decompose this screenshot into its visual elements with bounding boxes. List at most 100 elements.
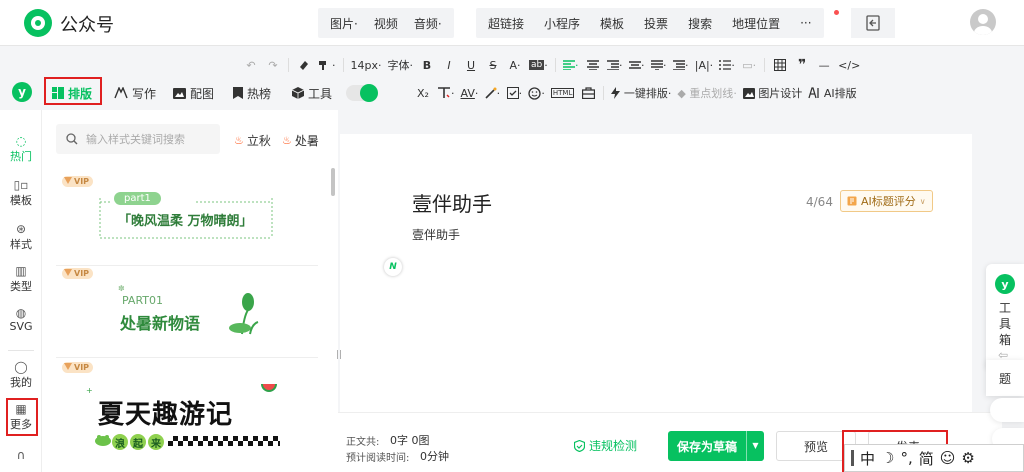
toolbox-label: 工具箱 — [998, 301, 1011, 347]
style-search[interactable] — [56, 124, 220, 154]
save-draft-button[interactable]: 保存为草稿 ▼ — [668, 431, 764, 461]
card-subtitle-char: 浪 — [112, 434, 128, 450]
strikethrough-button[interactable]: S — [482, 54, 504, 76]
background-color-button[interactable]: ab · — [526, 54, 551, 76]
nav-item-template[interactable]: ▯▫ 模板 — [0, 178, 42, 208]
nav-item-type[interactable]: ▥ 类型 — [0, 264, 42, 294]
hot-tag-chushu[interactable]: ♨ 处暑 — [282, 132, 319, 149]
plugin-toggle[interactable] — [346, 84, 378, 102]
divider-line-button[interactable]: — — [813, 54, 835, 76]
emoji-icon[interactable]: ☺ — [940, 449, 956, 467]
one-key-layout-button[interactable]: 一键排版 · — [608, 82, 674, 104]
char-spacing-button[interactable]: AV · — [458, 82, 482, 104]
style-card[interactable]: VIP + 夏天趣游记 浪 起 来 — [56, 360, 318, 472]
tab-writing[interactable]: 写作 — [114, 81, 156, 105]
magic-wand-button[interactable]: · — [481, 82, 503, 104]
tab-image[interactable]: 配图 — [173, 81, 214, 105]
redo-button[interactable]: ↷ — [262, 54, 284, 76]
quote-button[interactable]: ❞ — [791, 54, 813, 76]
insert-link-button[interactable]: 超链接 — [478, 15, 534, 32]
hot-tag-liqiu[interactable]: ♨ 立秋 — [234, 132, 271, 149]
gear-icon[interactable]: ⚙ — [961, 449, 974, 467]
editor-canvas[interactable]: 壹伴助手 4/64 AI标题评分 ∨ 壹伴助手 N — [340, 134, 972, 412]
simplified-toggle[interactable]: 简 — [919, 448, 934, 469]
nav-item-mine[interactable]: ◯ 我的 — [0, 360, 42, 390]
check-style-button[interactable]: · — [503, 82, 525, 104]
eraser-button[interactable] — [293, 54, 315, 76]
nav-item-style[interactable]: ⊛ 样式 — [0, 222, 42, 252]
code-button[interactable]: </> — [835, 54, 863, 76]
nav-item-support[interactable]: ∩ — [0, 448, 42, 462]
block-style-button[interactable]: ▭· — [738, 54, 760, 76]
media-image-button[interactable]: 图片· — [322, 15, 366, 32]
toolkit-button[interactable] — [577, 82, 599, 104]
emoji-button[interactable]: · — [525, 82, 548, 104]
style-search-input[interactable] — [86, 132, 206, 146]
line-height-button[interactable]: · — [626, 54, 648, 76]
subscript-button[interactable]: X₂ — [412, 82, 434, 104]
article-title[interactable]: 壹伴助手 — [412, 188, 492, 217]
plugin-toolbar: y 排版 写作 配图 热榜 工具 X₂ · AV · · · · HTML 一键… — [0, 77, 1024, 108]
panel-scrollbar[interactable] — [331, 168, 335, 196]
caret-down-icon[interactable]: ▼ — [746, 431, 764, 461]
toolbox-panel[interactable]: y 工具箱 ⇦ — [986, 264, 1024, 370]
media-video-button[interactable]: 视频 — [366, 15, 406, 32]
style-card[interactable]: VIP ✽ PART01 处暑新物语 — [56, 266, 318, 358]
tab-tools[interactable]: 工具 — [292, 81, 332, 105]
media-audio-button[interactable]: 音频· — [406, 15, 450, 32]
letter-spacing-button[interactable]: |A|· — [692, 54, 716, 76]
violation-check-button[interactable]: 违规检测 — [574, 437, 637, 454]
italic-button[interactable]: I — [438, 54, 460, 76]
margin-button[interactable]: · — [670, 54, 692, 76]
ime-mode-toggle[interactable]: 中 — [860, 448, 875, 469]
list-button[interactable]: · — [716, 54, 738, 76]
insert-vote-button[interactable]: 投票 — [634, 15, 678, 32]
article-author[interactable]: 壹伴助手 — [412, 226, 460, 243]
indent-button[interactable]: · — [604, 54, 626, 76]
side-widget[interactable] — [990, 398, 1024, 422]
divider — [603, 86, 605, 100]
insert-template-button[interactable]: 模板 — [590, 15, 634, 32]
frog-icon — [95, 435, 111, 446]
magic-wand-icon — [485, 87, 497, 99]
table-button[interactable] — [769, 54, 791, 76]
document-switch-button[interactable] — [851, 8, 895, 38]
panel-resize-handle[interactable]: || — [336, 350, 342, 360]
align-left-button[interactable]: · — [560, 54, 582, 76]
app-title: 公众号 — [60, 15, 114, 36]
nav-item-svg[interactable]: ◍ SVG — [0, 306, 42, 333]
font-size-select[interactable]: 14px · — [348, 54, 385, 76]
html-button[interactable]: HTML — [548, 82, 577, 104]
align-center-button[interactable] — [582, 54, 604, 76]
topic-button[interactable]: 题 — [986, 360, 1024, 396]
insert-search-button[interactable]: 搜索 — [678, 15, 722, 32]
leaf-sparkle-icon: ✽ — [118, 284, 125, 293]
ai-layout-button[interactable]: AI排版 — [805, 82, 859, 104]
punctuation-toggle[interactable]: °, — [900, 449, 912, 467]
undo-button[interactable]: ↶ — [240, 54, 262, 76]
font-tools-button[interactable]: · — [434, 82, 458, 104]
image-design-button[interactable]: 图片设计 — [740, 82, 806, 104]
flame-icon: ♨ — [282, 134, 292, 147]
style-card[interactable]: VIP part1 「晚风温柔 万物晴朗」 — [56, 174, 318, 266]
insert-miniprogram-button[interactable]: 小程序 — [534, 15, 590, 32]
insert-location-button[interactable]: 地理位置 — [722, 15, 790, 32]
paragraph-spacing-button[interactable]: · — [648, 54, 670, 76]
key-line-button[interactable]: ◆ 重点划线 · — [674, 82, 739, 104]
user-avatar[interactable] — [970, 9, 996, 35]
bold-button[interactable]: B — [416, 54, 438, 76]
yiban-assistant-icon[interactable]: N — [384, 258, 402, 276]
font-color-button[interactable]: A · — [504, 54, 526, 76]
highlight-box — [44, 77, 102, 105]
ime-handle[interactable] — [851, 450, 854, 466]
more-insert-button[interactable]: ··· — [790, 16, 821, 30]
nav-item-hot[interactable]: ◌ 热门 — [0, 134, 42, 164]
indent-icon — [606, 60, 619, 70]
format-painter-button[interactable]: · — [315, 54, 339, 76]
ai-title-score-button[interactable]: AI标题评分 ∨ — [840, 190, 933, 212]
moon-icon[interactable]: ☽ — [881, 449, 894, 467]
underline-button[interactable]: U — [460, 54, 482, 76]
font-family-select[interactable]: 字体 · — [385, 54, 417, 76]
tab-hot-list[interactable]: 热榜 — [233, 81, 271, 105]
paragraph-spacing-icon — [650, 60, 663, 70]
